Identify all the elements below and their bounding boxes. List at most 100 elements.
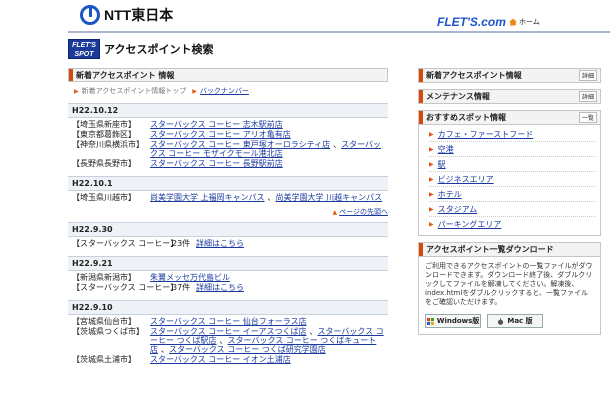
spot-link[interactable]: スターバックス コーヒー アリオ亀有店 [150,130,291,139]
news-detail-button[interactable]: 詳細 [578,70,597,81]
prefecture-label: 【茨城県つくば市】 [72,327,144,336]
prefecture-label: 【埼玉県川越市】 [72,193,136,202]
spot-link[interactable]: スターバックス コーヒー 志木駅前店 [150,120,283,129]
accent-bar [419,69,423,82]
accent-bar [419,90,423,103]
arrow-icon: ▶ [429,175,434,183]
recommend-link[interactable]: スタジアム [438,204,477,215]
download-description: ご利用できるアクセスポイントの一覧ファイルがダウンロードできます。ダウンロード終… [425,262,593,306]
spot-link[interactable]: スターバックス コーヒー イーアスつくば店 [150,327,306,336]
spot-links: スターバックス コーヒー 東戸塚オーロラシティ店 、スターバックス コーヒー モザ… [150,140,382,158]
site-header: NTT東日本 FLET'S.com ホーム [0,0,610,38]
flets-spot-badge: FLET'S SPOT [68,39,100,59]
home-label: ホーム [519,18,540,26]
spot-link[interactable]: 尚美学園大学 上福岡キャンパス [150,193,265,202]
spot-link[interactable]: 詳細はこちら [196,239,244,248]
badge-top: FLET'S [72,42,96,49]
spot-links: 詳細はこちら [196,283,388,292]
sidebar-download-label: アクセスポイント一覧ダウンロード [426,245,554,254]
news-date: H22.10.1 [68,176,388,191]
backnumber-link[interactable]: バックナンバー [200,86,249,96]
apple-icon [498,317,504,325]
arrow-icon: ▶ [429,221,434,228]
recommend-link[interactable]: カフェ・ファーストフード [438,129,534,140]
spot-link[interactable]: 詳細はこちら [196,283,244,292]
mac-label: Mac 版 [507,316,533,325]
spot-links: スターバックス コーヒー 仙台フォーラス店 [150,317,388,326]
prefecture-label: 【埼玉県新座市】 [72,120,136,129]
recommend-link[interactable]: 駅 [438,159,446,170]
spot-link[interactable]: スターバックス コーヒー 長野駅前店 [150,159,283,168]
news-blocks: H22.10.12 【埼玉県新座市】 スターバックス コーヒー 志木駅前店 【東京都葛… [68,103,388,367]
news-group: 【宮城県仙台市】 スターバックス コーヒー 仙台フォーラス店 【茨城県つくば市】 スタ… [68,315,388,367]
news-row: 【宮城県仙台市】 スターバックス コーヒー 仙台フォーラス店 [72,317,388,326]
recommend-item[interactable]: ▶ ビジネスエリア [429,172,596,187]
news-date: H22.9.30 [68,222,388,237]
recommend-item[interactable]: ▶ パーキングエリア [429,217,596,232]
sidebar-recommend-label: おすすめスポット情報 [426,113,506,122]
arrow-icon: ▶ [429,205,434,213]
news-group: 【スターバックス コーヒー】 23件 詳細はこちら [68,237,388,251]
back-to-top: ▲ ページの先頭へ [68,207,389,217]
sidebar-maintenance-label: メンテナンス情報 [426,92,490,101]
sidebar-maintenance-box[interactable]: メンテナンス情報 詳細 [418,89,601,104]
home-icon [509,18,517,26]
news-row: 【スターバックス コーヒー】 37件 詳細はこちら [72,283,388,292]
back-to-top-link[interactable]: ページの先頭へ [339,208,388,216]
windows-icon [426,317,434,325]
spot-link[interactable]: スターバックス コーヒー 仙台フォーラス店 [150,317,307,326]
arrow-icon: ▶ [74,87,79,95]
recommend-link[interactable]: パーキングエリア [438,219,502,230]
sidebar-news-box[interactable]: 新着アクセスポイント情報 詳細 [418,68,601,83]
spot-link[interactable]: スターバックス コーヒー イオン土浦店 [150,355,291,364]
sidebar-news-label: 新着アクセスポイント情報 [426,71,522,80]
arrow-icon: ▶ [429,130,434,138]
recommend-link[interactable]: ビジネスエリア [438,174,494,185]
sidebar-recommend-box: おすすめスポット情報 一覧 [418,110,601,125]
arrow-icon: ▶ [429,145,434,153]
spot-link[interactable]: 尚美学園大学 川越キャンパス [276,193,383,202]
news-group: 【埼玉県川越市】 尚美学園大学 上福岡キャンパス 、尚美学園大学 川越キャンパス [68,191,388,205]
maintenance-detail-button[interactable]: 詳細 [578,91,597,102]
spot-links: スターバックス コーヒー イオン土浦店 [150,355,388,364]
recommend-item[interactable]: ▶ 駅 [429,157,596,172]
recommend-item[interactable]: ▶ 空港 [429,142,596,157]
spot-links: スターバックス コーヒー 長野駅前店 [150,159,388,168]
news-row: 【神奈川県横浜市】 スターバックス コーヒー 東戸塚オーロラシティ店 、スターバック… [72,140,388,158]
sidebar-download-box: アクセスポイント一覧ダウンロード [418,242,601,257]
prefecture-label: 【神奈川県横浜市】 [72,140,144,149]
news-section-header: 新着アクセスポイント 情報 [68,68,388,82]
recommend-link[interactable]: 空港 [438,144,454,155]
prefecture-label: 【新潟県新潟市】 [72,273,136,282]
recommend-item[interactable]: ▶ ホテル [429,187,596,202]
accent-bar [69,69,73,81]
windows-download-button[interactable]: Windows版 [425,314,481,328]
spot-link[interactable]: 朱鷺メッセ万代島ビル [150,273,230,282]
accent-bar [419,243,423,256]
mac-download-button[interactable]: Mac 版 [487,314,543,328]
news-row: 【埼玉県新座市】 スターバックス コーヒー 志木駅前店 [72,120,388,129]
flets-brand[interactable]: FLET'S.com [437,15,506,29]
news-row: 【埼玉県川越市】 尚美学園大学 上福岡キャンパス 、尚美学園大学 川越キャンパス [72,193,388,202]
ntt-logo[interactable]: NTT東日本 [80,4,173,26]
recommend-item[interactable]: ▶ カフェ・ファーストフード [429,127,596,142]
accent-bar [419,111,423,124]
recommend-list-button[interactable]: 一覧 [578,112,597,123]
main-content: 新着アクセスポイント 情報 ▶ 新着アクセスポイント情報トップ ▶ バックナンバ… [68,68,388,367]
spot-link[interactable]: スターバックス コーヒー つくば研究学園店 [169,345,326,354]
spot-link[interactable]: スターバックス コーヒー 東戸塚オーロラシティ店 [150,140,330,149]
count-label: 23件 [172,239,191,248]
count-label: 37件 [172,283,191,292]
recommend-item[interactable]: ▶ スタジアム [429,202,596,217]
news-row: 【スターバックス コーヒー】 23件 詳細はこちら [72,239,388,248]
spot-links: スターバックス コーヒー アリオ亀有店 [150,130,388,139]
download-panel: ご利用できるアクセスポイントの一覧ファイルがダウンロードできます。ダウンロード終… [418,257,601,335]
windows-label: Windows版 [436,316,480,325]
news-date: H22.10.12 [68,103,388,118]
header-divider [68,31,610,33]
home-link[interactable]: ホーム [509,17,540,27]
arrow-icon: ▶ [192,87,197,95]
logo-text: NTT東日本 [104,7,174,23]
news-row: 【東京都葛飾区】 スターバックス コーヒー アリオ亀有店 [72,130,388,139]
recommend-link[interactable]: ホテル [438,189,462,200]
